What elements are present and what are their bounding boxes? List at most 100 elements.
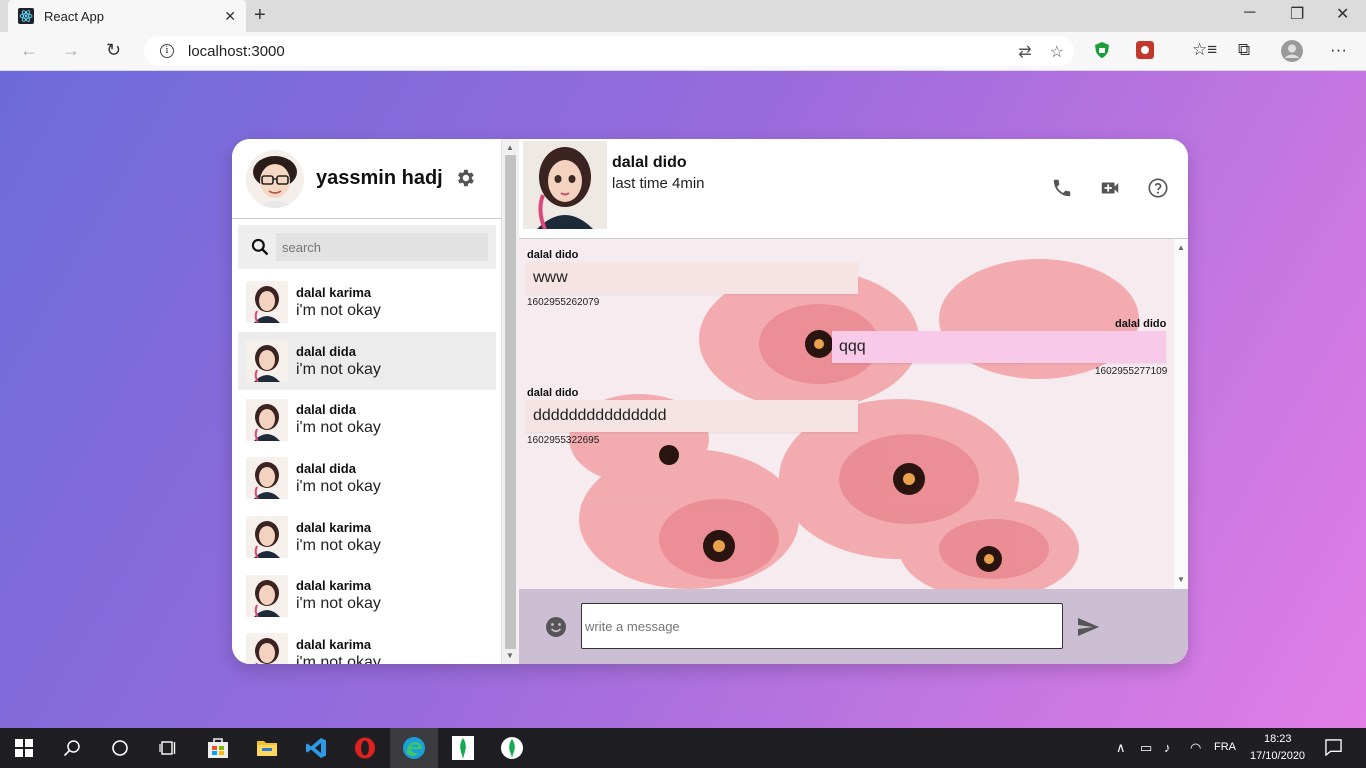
search-bar xyxy=(238,225,496,269)
collections-icon[interactable]: ⧉ xyxy=(1238,40,1250,60)
favorite-star-icon[interactable]: ☆ xyxy=(1050,42,1064,62)
react-logo-icon xyxy=(18,8,34,24)
store-icon[interactable] xyxy=(194,728,242,768)
vscode-icon[interactable] xyxy=(292,728,340,768)
url-text: localhost:3000 xyxy=(188,42,285,60)
contact-item[interactable]: dalal karima i'm not okay xyxy=(238,273,496,332)
message-bubble-incoming[interactable]: ddddddddddddddd xyxy=(526,400,858,432)
video-call-icon[interactable] xyxy=(1099,177,1121,199)
extension-icon[interactable] xyxy=(1136,41,1154,59)
phone-icon[interactable] xyxy=(1051,177,1073,199)
scroll-down-arrow-icon[interactable]: ▼ xyxy=(1177,575,1185,584)
translate-icon[interactable]: ⇄ xyxy=(1018,42,1031,62)
contact-last-message: i'm not okay xyxy=(296,653,381,664)
restore-button[interactable]: ❐ xyxy=(1290,4,1304,24)
wifi-icon[interactable]: ◠ xyxy=(1190,740,1201,756)
search-input[interactable] xyxy=(276,233,488,261)
contact-avatar xyxy=(246,281,288,324)
battery-icon[interactable]: ▭ xyxy=(1140,740,1152,756)
windows-taskbar: ∧ ▭ ♪ ◠ FRA 18:23 17/10/2020 xyxy=(0,728,1366,768)
emoji-icon[interactable] xyxy=(545,616,567,638)
contact-name: dalal karima xyxy=(296,636,372,652)
contact-name: dalal dida xyxy=(296,343,356,359)
mongodb-icon[interactable] xyxy=(488,728,536,768)
chat-contact-name: dalal dido xyxy=(612,154,687,171)
file-explorer-icon[interactable] xyxy=(243,728,291,768)
clock-date[interactable]: 17/10/2020 xyxy=(1250,750,1305,762)
gear-icon[interactable] xyxy=(454,167,476,189)
messages-scrollbar[interactable]: ▲ ▼ xyxy=(1174,239,1188,589)
windows-start-icon[interactable] xyxy=(0,728,48,768)
contact-avatar xyxy=(246,398,288,441)
contact-last-message: i'm not okay xyxy=(296,301,381,319)
contact-name: dalal dida xyxy=(296,402,356,418)
contact-item[interactable]: dalal karima i'm not okay xyxy=(238,508,496,567)
browser-tab-bar: React App ✕ + ─ ❐ ✕ xyxy=(0,0,1366,32)
tab-title: React App xyxy=(44,8,104,24)
message-bubble-incoming[interactable]: www xyxy=(526,262,858,294)
contact-name: dalal karima xyxy=(296,284,372,300)
reload-icon[interactable]: ↻ xyxy=(106,40,121,61)
language-indicator[interactable]: FRA xyxy=(1214,741,1236,753)
back-arrow-icon[interactable]: ← xyxy=(20,40,38,61)
contact-item[interactable]: dalal karima i'm not okay xyxy=(238,625,496,664)
contact-item[interactable]: dalal dida i'm not okay xyxy=(238,390,496,449)
scroll-up-arrow-icon[interactable]: ▲ xyxy=(506,143,514,152)
browser-tab[interactable]: React App ✕ xyxy=(8,0,246,32)
contact-name: dalal karima xyxy=(296,519,372,535)
contact-avatar xyxy=(246,457,288,500)
contact-last-message: i'm not okay xyxy=(296,477,381,495)
mongodb-compass-icon[interactable] xyxy=(439,728,487,768)
message-timestamp: 1602955277109 xyxy=(1095,366,1168,377)
scroll-down-arrow-icon[interactable]: ▼ xyxy=(506,651,514,660)
clock-time[interactable]: 18:23 xyxy=(1264,733,1292,745)
contact-last-message: i'm not okay xyxy=(296,595,381,613)
address-bar[interactable]: i localhost:3000 ⇄ ☆ xyxy=(144,36,1074,66)
favorites-icon[interactable]: ☆≡ xyxy=(1192,40,1217,60)
new-tab-button[interactable]: + xyxy=(254,4,266,27)
message-composer xyxy=(519,589,1188,664)
close-window-button[interactable]: ✕ xyxy=(1336,4,1349,24)
minimize-button[interactable]: ─ xyxy=(1244,4,1255,22)
page-background: yassmin hadj dalal karima i'm not okay xyxy=(0,71,1366,728)
cortana-icon[interactable] xyxy=(96,728,144,768)
show-hidden-icons-icon[interactable]: ∧ xyxy=(1116,740,1126,756)
taskbar-search-icon[interactable] xyxy=(48,728,96,768)
sidebar-scrollbar[interactable]: ▲ ▼ xyxy=(502,139,519,664)
help-icon[interactable] xyxy=(1147,177,1169,199)
message-timestamp: 1602955262079 xyxy=(527,297,600,308)
volume-icon[interactable]: ♪ xyxy=(1164,740,1171,755)
browser-toolbar: ← → ↻ i localhost:3000 ⇄ ☆ ☆≡ ⧉ ··· xyxy=(0,32,1366,71)
message-bubble-outgoing[interactable]: qqq xyxy=(832,331,1166,363)
sidebar: yassmin hadj dalal karima i'm not okay xyxy=(232,139,502,664)
edge-icon[interactable] xyxy=(390,728,438,768)
more-menu-icon[interactable]: ··· xyxy=(1330,40,1347,60)
contact-last-message: i'm not okay xyxy=(296,536,381,554)
chat-app: yassmin hadj dalal karima i'm not okay xyxy=(232,139,1188,664)
user-avatar[interactable] xyxy=(246,149,304,208)
notifications-icon[interactable] xyxy=(1325,739,1342,756)
chat-panel: dalal dido last time 4min dalal dido www… xyxy=(519,139,1188,664)
scroll-up-arrow-icon[interactable]: ▲ xyxy=(1177,243,1185,252)
profile-avatar-icon[interactable] xyxy=(1281,40,1303,62)
contact-avatar xyxy=(246,516,288,559)
info-icon[interactable]: i xyxy=(160,44,174,58)
forward-arrow-icon[interactable]: → xyxy=(62,40,80,61)
search-icon xyxy=(251,238,269,256)
send-icon[interactable] xyxy=(1075,615,1101,639)
contact-last-message: i'm not okay xyxy=(296,419,381,437)
tab-close-icon[interactable]: ✕ xyxy=(224,8,236,25)
contact-avatar xyxy=(246,340,288,383)
opera-icon[interactable] xyxy=(341,728,389,768)
message-input[interactable] xyxy=(581,603,1063,649)
message-sender: dalal dido xyxy=(527,249,579,261)
scrollbar-thumb[interactable] xyxy=(505,155,516,649)
contact-item[interactable]: dalal karima i'm not okay xyxy=(238,566,496,625)
task-view-icon[interactable] xyxy=(144,728,192,768)
contact-item[interactable]: dalal dida i'm not okay xyxy=(238,331,496,391)
contact-item[interactable]: dalal dida i'm not okay xyxy=(238,449,496,508)
chat-contact-avatar[interactable] xyxy=(523,141,607,229)
sidebar-header: yassmin hadj xyxy=(232,139,502,219)
user-name: yassmin hadj xyxy=(316,167,443,189)
shield-extension-icon[interactable] xyxy=(1093,41,1111,59)
